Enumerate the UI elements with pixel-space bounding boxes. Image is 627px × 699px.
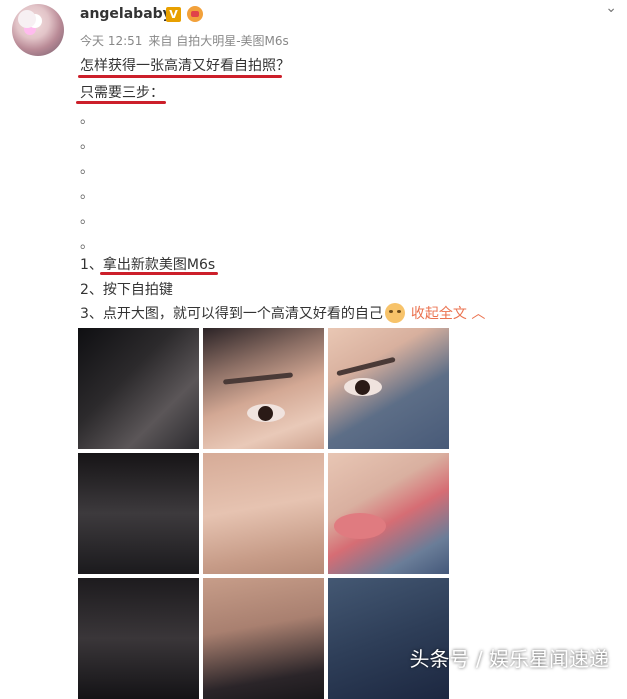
red-underline-1: [78, 75, 282, 78]
photo-3[interactable]: [328, 328, 449, 449]
photo-9[interactable]: [328, 578, 449, 699]
step-1: 1、拿出新款美图M6s: [80, 257, 216, 273]
flower-decoration: [18, 10, 36, 28]
post-line-2: 只需要三步：: [80, 85, 164, 101]
collapse-link[interactable]: 收起全文 ︿: [411, 306, 485, 322]
photo-6[interactable]: [328, 453, 449, 574]
photo-1[interactable]: [78, 328, 199, 449]
lips: [334, 513, 386, 539]
red-underline-2: [76, 101, 166, 104]
step-2: 2、按下自拍键: [80, 282, 173, 298]
watermark: 头条号 / 娱乐星闻速递: [409, 647, 609, 671]
step-3-row: 3、点开大图，就可以得到一个高清又好看的自己 收起全文 ︿: [80, 303, 485, 323]
post-line-1: 怎样获得一张高清又好看自拍照？: [80, 58, 290, 74]
red-underline-3: [100, 272, 218, 275]
eye: [344, 378, 382, 396]
dot-line-5: 。: [80, 211, 94, 227]
username[interactable]: angelababy: [80, 6, 172, 22]
post-source[interactable]: 来自 自拍大明星-美图M6s: [148, 34, 288, 48]
step-3: 3、点开大图，就可以得到一个高清又好看的自己: [80, 306, 383, 322]
dot-line-2: 。: [80, 136, 94, 152]
doge-emoji-icon: [384, 303, 405, 323]
photo-8[interactable]: [203, 578, 324, 699]
photo-7[interactable]: [78, 578, 199, 699]
collapse-label: 收起全文: [410, 306, 467, 322]
dot-line-4: 。: [80, 186, 94, 202]
chevron-up-icon: ︿: [471, 306, 486, 322]
post-time[interactable]: 今天 12:51: [80, 34, 142, 48]
eyebrow: [336, 356, 396, 377]
post-meta: 今天 12:51 来自 自拍大明星-美图M6s: [80, 32, 295, 49]
dot-line-6: 。: [80, 236, 94, 252]
user-avatar[interactable]: [12, 4, 64, 56]
chevron-down-icon[interactable]: ⌄: [605, 0, 617, 16]
eye: [247, 404, 285, 422]
photo-2[interactable]: [203, 328, 324, 449]
dot-line-1: 。: [80, 111, 94, 127]
photo-grid: [78, 328, 449, 699]
photo-5[interactable]: [203, 453, 324, 574]
photo-4[interactable]: [78, 453, 199, 574]
eyebrow: [222, 372, 294, 385]
vip-crown-icon: [187, 6, 203, 22]
dot-line-3: 。: [80, 161, 94, 177]
verified-badge-icon: V: [166, 7, 181, 22]
